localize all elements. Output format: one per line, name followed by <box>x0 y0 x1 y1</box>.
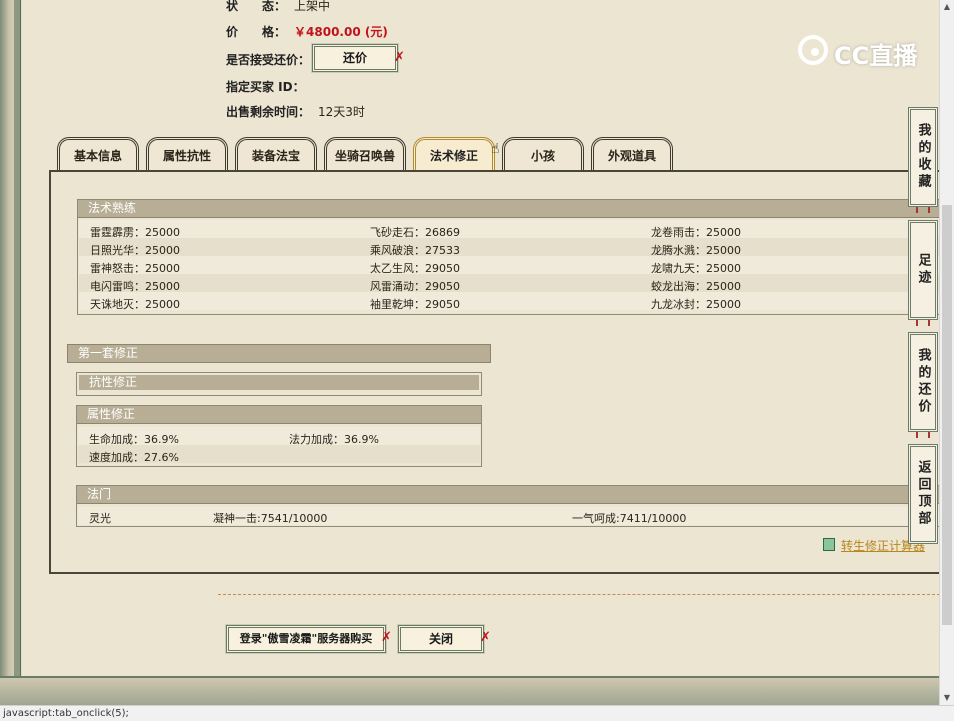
time-left-row: 出售剩余时间： 12天3时 <box>226 103 365 120</box>
bargain-label: 是否接受还价： <box>226 53 311 67</box>
scroll-up-arrow-icon[interactable]: ▲ <box>940 0 954 14</box>
spell-value: 龙啸九天：25000 <box>651 262 741 275</box>
back-to-top-button[interactable]: 返回顶部 <box>908 444 938 544</box>
famen-item: 凝神一击:7541/10000 <box>213 512 328 525</box>
spell-mastery-header: 法术熟练 <box>78 200 941 218</box>
footprint-button[interactable]: 足迹 <box>908 220 938 320</box>
spell-value: 九龙冰封：25000 <box>651 298 741 311</box>
attr-correction-box: 属性修正 生命加成：36.9% 法力加成：36.9% 速度加成：27.6% <box>76 405 482 467</box>
login-buy-close-icon[interactable]: ✗ <box>381 630 392 645</box>
scroll-thumb[interactable] <box>942 205 952 625</box>
attr-value: 生命加成：36.9% <box>89 433 179 446</box>
bargain-close-icon[interactable]: ✗ <box>394 50 405 65</box>
resist-correction-box: 抗性修正 <box>76 372 482 396</box>
sidebar-connector <box>916 207 930 213</box>
bargain-button[interactable]: 还价 <box>311 43 399 73</box>
my-bargains-button[interactable]: 我的还价 <box>908 332 938 432</box>
status-label: 状 态： <box>226 0 287 13</box>
buyer-id-label: 指定买家 ID： <box>226 80 305 94</box>
resist-correction-header: 抗性修正 <box>77 373 481 392</box>
sidebar-connector <box>916 320 930 326</box>
spell-mastery-box: 法术熟练 雷霆霹雳：25000 飞砂走石：26869 龙卷雨击：25000 日照… <box>77 199 942 315</box>
status-value: 上架中 <box>294 0 331 13</box>
spell-value: 电闪雷鸣：25000 <box>90 280 180 293</box>
spell-value: 袖里乾坤：29050 <box>370 298 460 311</box>
sidebar-connector <box>916 432 930 438</box>
tab-basic-info[interactable]: 基本信息 <box>57 137 139 170</box>
scroll-down-arrow-icon[interactable]: ▼ <box>940 691 954 705</box>
cc-live-watermark: CC直播 <box>798 30 928 70</box>
price-label: 价 格： <box>226 25 287 39</box>
attr-value: 速度加成：27.6% <box>89 451 179 464</box>
divider <box>218 594 940 595</box>
tab-attributes[interactable]: 属性抗性 <box>146 137 228 170</box>
correction-set-title: 第一套修正 <box>67 344 491 363</box>
famen-item: 灵光 <box>89 512 111 525</box>
vertical-scrollbar[interactable]: ▲ ▼ <box>939 0 954 705</box>
spell-value: 蛟龙出海：25000 <box>651 280 741 293</box>
attr-value: 法力加成：36.9% <box>289 433 379 446</box>
spell-value: 雷霆霹雳：25000 <box>90 226 180 239</box>
spell-value: 雷神怒击：25000 <box>90 262 180 275</box>
tab-child[interactable]: 小孩 <box>502 137 584 170</box>
spell-value: 乘风破浪：27533 <box>370 244 460 257</box>
login-buy-button[interactable]: 登录"傲雪凌霜"服务器购买 <box>225 624 387 654</box>
close-button[interactable]: 关闭 <box>397 624 485 654</box>
spell-value: 龙卷雨击：25000 <box>651 226 741 239</box>
famen-header: 法门 <box>77 486 941 504</box>
spell-value: 飞砂走石：26869 <box>370 226 460 239</box>
bargain-row: 是否接受还价： <box>226 51 310 68</box>
spell-value: 日照光华：25000 <box>90 244 180 257</box>
famen-item: 一气呵成:7411/10000 <box>572 512 687 525</box>
famen-box: 法门 灵光 凝神一击:7541/10000 一气呵成:7411/10000 <box>76 485 942 527</box>
browser-status-bar: javascript:tab_onclick(5); <box>0 705 954 721</box>
calculator-icon <box>823 538 835 551</box>
buyer-id-row: 指定买家 ID： <box>226 78 305 95</box>
left-frame-stripe <box>14 0 21 720</box>
spell-value: 太乙生风：29050 <box>370 262 460 275</box>
tab-equipment[interactable]: 装备法宝 <box>235 137 317 170</box>
my-favorites-button[interactable]: 我的收藏 <box>908 107 938 207</box>
watermark-text: CC直播 <box>834 42 918 70</box>
attr-correction-header: 属性修正 <box>77 406 481 424</box>
price-value: ￥4800.00 (元) <box>294 25 388 39</box>
time-left-label: 出售剩余时间： <box>226 105 311 119</box>
spell-value: 天诛地灭：25000 <box>90 298 180 311</box>
status-bar-text: javascript:tab_onclick(5); <box>3 708 129 719</box>
time-left-value: 12天3时 <box>318 105 365 119</box>
spell-value: 龙腾水溅：25000 <box>651 244 741 257</box>
mouse-pointer-icon: ☝ <box>491 141 500 157</box>
tab-mounts-pets[interactable]: 坐骑召唤兽 <box>324 137 406 170</box>
spell-value: 风雷涌动：29050 <box>370 280 460 293</box>
status-row: 状 态： 上架中 <box>226 0 330 14</box>
bottom-frame-border <box>0 676 940 707</box>
tab-appearance[interactable]: 外观道具 <box>591 137 673 170</box>
close-x-icon[interactable]: ✗ <box>480 630 491 645</box>
tab-spell-correction[interactable]: 法术修正 <box>413 137 495 170</box>
cc-logo-icon <box>798 35 828 65</box>
price-row: 价 格： ￥4800.00 (元) <box>226 23 388 40</box>
